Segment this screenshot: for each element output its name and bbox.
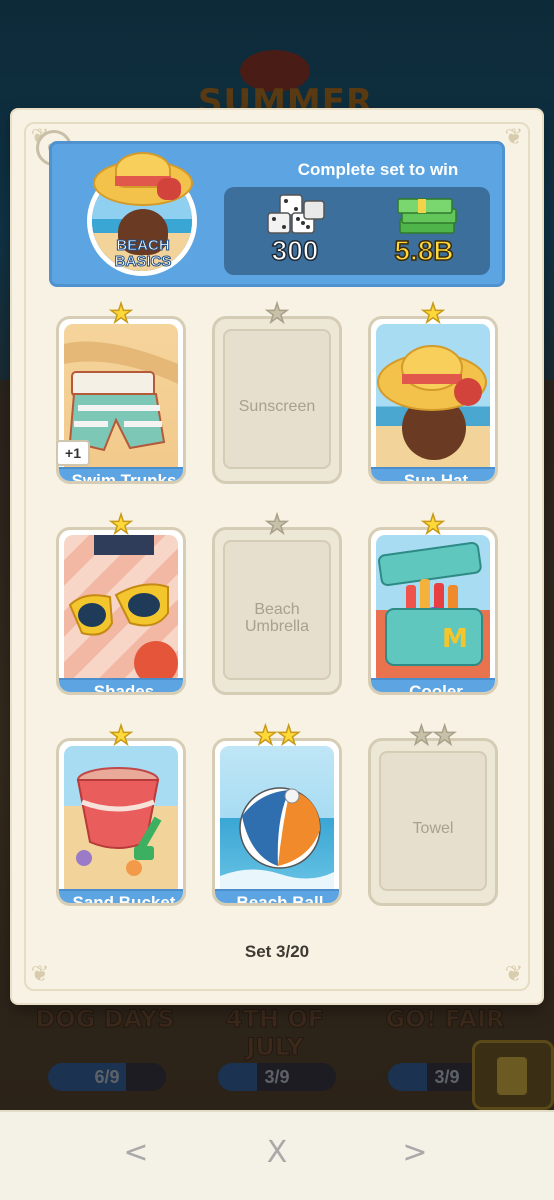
cooler-art: M <box>376 535 490 685</box>
set-header: BEACH BASICS Complete set to win 300 5.8… <box>49 141 505 287</box>
card-star-rating: ★ <box>368 510 498 540</box>
star-icon: ★ <box>109 299 134 329</box>
card-beach-umbrella[interactable]: Beach Umbrella ★ <box>212 510 342 695</box>
svg-text:M: M <box>442 624 468 654</box>
card-name-label: Cooler <box>371 678 495 692</box>
reward-dice-amount: 300 <box>271 234 319 267</box>
card-star-rating: ★ <box>212 299 342 329</box>
star-icon: ★ <box>109 510 134 540</box>
star-icon: ★ <box>421 510 446 540</box>
card-shades[interactable]: Shades ★ <box>56 510 186 695</box>
card-name-label: Shades <box>59 678 183 692</box>
card-name-label: Beach Umbrella <box>244 601 309 635</box>
card-star-rating: ★ <box>56 721 186 751</box>
cash-stack-icon <box>397 198 457 234</box>
reward-cash-amount: 5.8B <box>394 234 455 267</box>
card-star-rating: ★ <box>212 510 342 540</box>
card-cooler[interactable]: M Cooler ★ <box>368 510 498 695</box>
album-shortcut-icon <box>472 1040 554 1110</box>
card-sand-bucket[interactable]: Sand Bucket ★ <box>56 721 186 906</box>
background-progress-bar: 6/9 <box>48 1063 166 1091</box>
star-icon: ★ <box>432 721 457 751</box>
card-name-label: Towel <box>412 820 454 837</box>
set-name-label: BEACH BASICS <box>114 237 172 270</box>
background-set-name: GO! FAIR <box>385 1005 505 1034</box>
card-name-label: Sunscreen <box>238 398 316 415</box>
card-beach-ball[interactable]: Beach Ball ★ ★ <box>212 721 342 906</box>
star-icon: ★ <box>409 721 434 751</box>
card-name-label: Sun Hat <box>371 467 495 481</box>
set-counter: Set 3/20 <box>244 942 310 961</box>
card-name-label: Swim Trunks <box>59 467 183 481</box>
next-set-button[interactable]: > <box>385 1127 445 1177</box>
reward-title: Complete set to win <box>297 160 459 179</box>
card-star-rating: ★ <box>56 510 186 540</box>
sun-hat-art <box>376 324 490 474</box>
star-icon: ★ <box>253 721 278 751</box>
card-star-rating: ★ <box>56 299 186 329</box>
star-icon: ★ <box>265 510 290 540</box>
card-star-rating: ★ ★ <box>368 721 498 751</box>
card-sun-hat[interactable]: Sun Hat ★ <box>368 299 498 484</box>
card-name-label: Beach Ball <box>215 889 339 903</box>
close-button[interactable]: X <box>247 1127 307 1177</box>
star-icon: ★ <box>276 721 301 751</box>
background-set-name: 4TH OF JULY <box>225 1005 325 1062</box>
dice-stack-icon <box>267 194 325 234</box>
duplicate-count-badge: +1 <box>56 440 90 466</box>
card-star-rating: ★ <box>368 299 498 329</box>
sand-bucket-art <box>64 746 178 896</box>
shades-art <box>64 535 178 685</box>
background-progress-bar: 3/9 <box>218 1063 336 1091</box>
beach-ball-art <box>220 746 334 896</box>
previous-set-button[interactable]: < <box>106 1127 166 1177</box>
card-star-rating: ★ ★ <box>212 721 342 751</box>
background-set-name: DOG DAYS <box>35 1005 175 1034</box>
card-towel[interactable]: Towel ★ ★ <box>368 721 498 906</box>
corner-ornament-icon: ❦ <box>504 962 524 987</box>
star-icon: ★ <box>421 299 446 329</box>
corner-ornament-icon: ❦ <box>30 962 50 987</box>
reward-box: 300 5.8B <box>224 187 490 275</box>
set-emblem: BEACH BASICS <box>87 152 197 280</box>
card-sunscreen[interactable]: Sunscreen ★ <box>212 299 342 484</box>
star-icon: ★ <box>109 721 134 751</box>
star-icon: ★ <box>265 299 290 329</box>
card-name-label: Sand Bucket <box>59 889 183 903</box>
